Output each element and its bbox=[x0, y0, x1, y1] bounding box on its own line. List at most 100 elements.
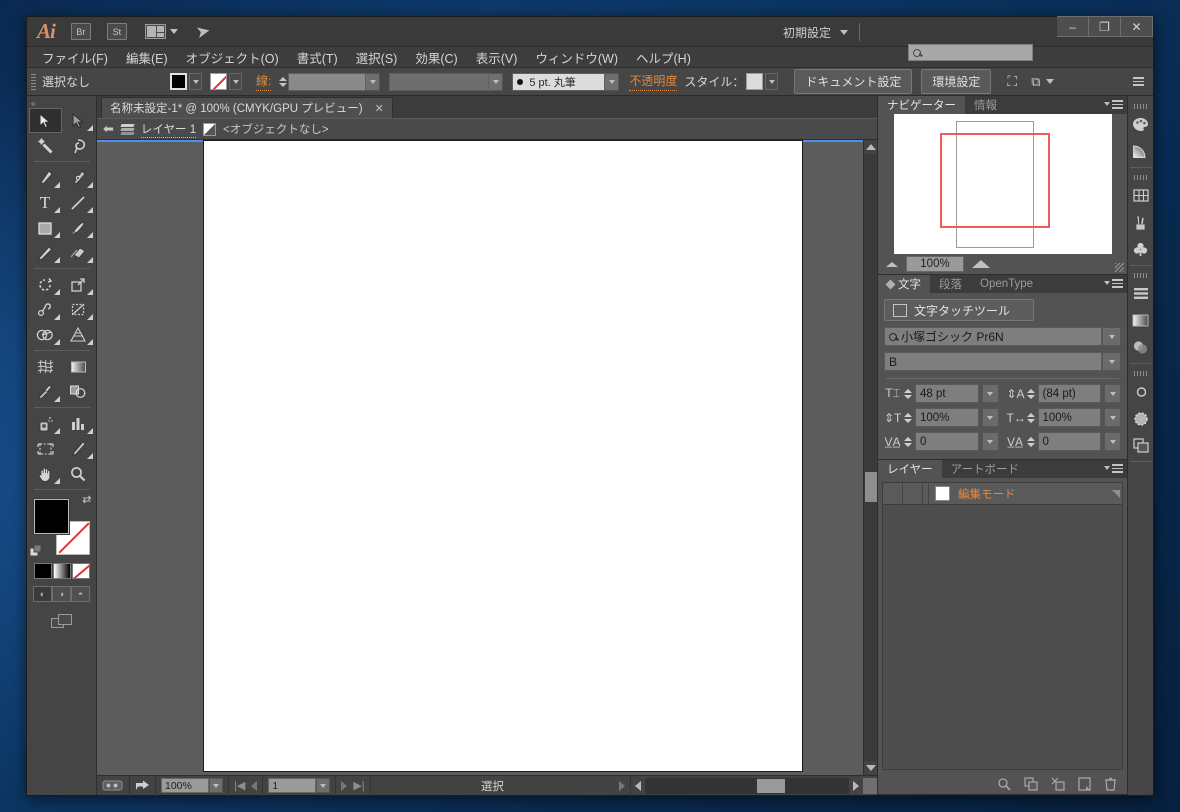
menu-window[interactable]: ウィンドウ(W) bbox=[526, 46, 627, 69]
vertical-scale-value[interactable]: 100% bbox=[915, 408, 979, 427]
magic-wand-tool[interactable] bbox=[29, 133, 62, 158]
tracking-dropdown-icon[interactable] bbox=[1104, 432, 1121, 451]
leading-value[interactable]: (84 pt) bbox=[1037, 384, 1101, 403]
menu-type[interactable]: 書式(T) bbox=[288, 46, 347, 69]
shape-builder-tool[interactable] bbox=[29, 322, 62, 347]
font-size-stepper[interactable] bbox=[904, 388, 912, 399]
free-transform-tool[interactable] bbox=[62, 297, 95, 322]
hand-tool[interactable] bbox=[29, 461, 62, 486]
kerning-stepper[interactable] bbox=[904, 436, 912, 447]
appearance-icon[interactable] bbox=[1129, 405, 1153, 432]
paintbrush-tool[interactable] bbox=[62, 215, 95, 240]
horizontal-scrollbar[interactable] bbox=[631, 776, 877, 796]
tracking-value[interactable]: 0 bbox=[1037, 432, 1101, 451]
kerning-control[interactable]: V̲A̲ 0 bbox=[884, 432, 999, 451]
pencil-tool[interactable] bbox=[29, 240, 62, 265]
chevron-down-icon[interactable] bbox=[1045, 79, 1054, 84]
make-sublayer-icon[interactable] bbox=[1024, 777, 1038, 791]
locate-object-icon[interactable] bbox=[997, 777, 1011, 791]
transform-icon[interactable]: ⧉ bbox=[1031, 74, 1040, 90]
zoom-level-cell[interactable]: 100% bbox=[156, 775, 229, 796]
font-style-dropdown-icon[interactable] bbox=[1102, 352, 1121, 371]
font-size-dropdown-icon[interactable] bbox=[981, 384, 999, 403]
stroke-dropdown-button[interactable] bbox=[229, 73, 242, 90]
arrange-documents-button[interactable] bbox=[144, 24, 178, 39]
close-button[interactable]: ✕ bbox=[1121, 16, 1153, 37]
stroke-profile-value[interactable] bbox=[389, 72, 490, 91]
edit-toolbar-cell[interactable] bbox=[97, 775, 130, 796]
gradient-tool[interactable] bbox=[62, 354, 95, 379]
horizontal-scroll-track[interactable] bbox=[645, 777, 849, 794]
lasso-tool[interactable] bbox=[62, 133, 95, 158]
drag-grip-icon[interactable] bbox=[31, 73, 36, 90]
artboards-icon[interactable] bbox=[1129, 432, 1153, 459]
close-icon[interactable]: ✕ bbox=[375, 102, 384, 115]
type-tool[interactable]: T bbox=[29, 190, 62, 215]
prev-artboard-icon[interactable] bbox=[251, 780, 258, 791]
exit-isolation-icon[interactable]: ⬅ bbox=[103, 121, 114, 137]
gradient-button[interactable] bbox=[52, 563, 71, 579]
tab-opentype[interactable]: OpenType bbox=[971, 275, 1043, 293]
blend-tool[interactable] bbox=[62, 379, 95, 404]
canvas-scroll-area[interactable] bbox=[97, 140, 863, 775]
layers-list[interactable]: 編集モード bbox=[882, 482, 1123, 770]
none-button[interactable] bbox=[71, 563, 90, 579]
slice-tool[interactable] bbox=[62, 436, 95, 461]
expand-toggle[interactable] bbox=[923, 482, 929, 505]
rail-drag-grip-icon[interactable] bbox=[1133, 175, 1148, 180]
lock-toggle[interactable] bbox=[903, 482, 923, 505]
align-icon[interactable] bbox=[1129, 280, 1153, 307]
tab-layers[interactable]: レイヤー bbox=[878, 460, 942, 478]
horizontal-scroll-thumb[interactable] bbox=[757, 778, 785, 793]
swatches-icon[interactable] bbox=[1129, 182, 1153, 209]
share-cell[interactable] bbox=[130, 775, 156, 796]
layer-target-indicator[interactable] bbox=[1112, 489, 1120, 498]
opacity-label[interactable]: 不透明度 bbox=[629, 72, 678, 91]
fill-stroke-control[interactable]: ⇄ bbox=[29, 494, 92, 557]
menu-help[interactable]: ヘルプ(H) bbox=[627, 46, 700, 69]
zoom-level-value[interactable]: 100% bbox=[161, 778, 209, 793]
document-setup-button[interactable]: ドキュメント設定 bbox=[794, 69, 913, 94]
navigator-zoom-value[interactable]: 100% bbox=[906, 256, 964, 272]
workspace-switcher[interactable]: 初期設定 bbox=[783, 23, 871, 41]
scroll-down-button[interactable] bbox=[864, 761, 877, 775]
rail-drag-grip-icon[interactable] bbox=[1133, 104, 1148, 109]
navigator-view-box[interactable] bbox=[939, 133, 1050, 228]
color-guide-icon[interactable] bbox=[1129, 138, 1153, 165]
stroke-weight-dropdown-icon[interactable] bbox=[366, 72, 381, 91]
brush-definition[interactable]: 5 pt. 丸筆 bbox=[512, 72, 606, 91]
new-layer-icon[interactable] bbox=[1078, 777, 1091, 791]
stroke-weight-value[interactable] bbox=[288, 72, 367, 91]
vertical-scroll-thumb[interactable] bbox=[865, 472, 877, 502]
next-artboard-icon[interactable] bbox=[341, 780, 348, 791]
menu-view[interactable]: 表示(V) bbox=[467, 46, 527, 69]
vertical-scale-stepper[interactable] bbox=[904, 412, 912, 423]
current-layer-name[interactable]: レイヤー 1 bbox=[140, 121, 197, 138]
gradient-icon[interactable] bbox=[1129, 307, 1153, 334]
eyedropper-tool[interactable] bbox=[29, 379, 62, 404]
graphic-style-swatch[interactable] bbox=[746, 73, 764, 90]
table-row[interactable]: 編集モード bbox=[883, 482, 1122, 505]
rotate-tool[interactable] bbox=[29, 272, 62, 297]
fill-swatch[interactable] bbox=[170, 73, 187, 90]
transparency-icon[interactable] bbox=[1129, 334, 1153, 361]
search-input[interactable] bbox=[908, 44, 1033, 61]
layers-panel-menu-icon[interactable] bbox=[1104, 464, 1123, 473]
leading-dropdown-icon[interactable] bbox=[1104, 384, 1121, 403]
vertical-scrollbar[interactable] bbox=[863, 140, 877, 775]
font-family-row[interactable]: 小塚ゴシック Pr6N bbox=[884, 327, 1121, 346]
vertical-scale-control[interactable]: ⇕T 100% bbox=[884, 408, 999, 427]
scroll-right-button[interactable] bbox=[849, 778, 863, 793]
fill-color-swatch[interactable] bbox=[32, 498, 70, 535]
screen-mode-button[interactable] bbox=[50, 614, 73, 630]
color-palette-icon[interactable] bbox=[1129, 111, 1153, 138]
navigator-preview[interactable] bbox=[878, 114, 1127, 254]
tab-navigator[interactable]: ナビゲーター bbox=[878, 96, 965, 114]
touch-type-tool-button[interactable]: 文字タッチツール bbox=[884, 299, 1034, 321]
zoom-in-icon[interactable] bbox=[972, 260, 990, 268]
artboard-tool[interactable] bbox=[29, 436, 62, 461]
symbol-sprayer-tool[interactable] bbox=[29, 411, 62, 436]
scale-tool[interactable] bbox=[62, 272, 95, 297]
page-nav-next-last[interactable]: ▶| bbox=[336, 775, 371, 796]
zoom-tool[interactable] bbox=[62, 461, 95, 486]
